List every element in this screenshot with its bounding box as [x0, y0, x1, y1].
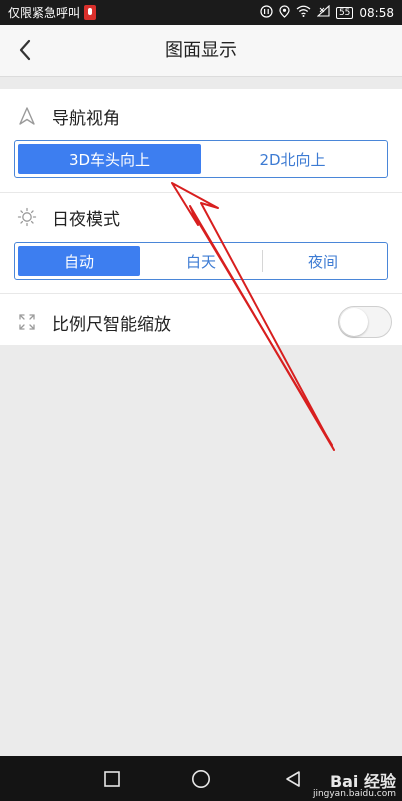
option-3d-heading-up[interactable]: 3D车头向上	[18, 144, 201, 174]
option-auto[interactable]: 自动	[18, 246, 140, 276]
watermark-main: Bai 经验	[329, 772, 396, 791]
no-signal-icon	[316, 4, 330, 20]
toggle-knob	[340, 308, 368, 336]
status-right: 55 08:58	[260, 4, 394, 21]
day-night-selector: 自动 白天 夜间	[14, 242, 388, 280]
back-nav-button[interactable]	[280, 766, 306, 792]
carrier-text: 仅限紧急呼叫	[8, 6, 81, 20]
day-night-title: 日夜模式	[52, 209, 120, 230]
square-icon	[104, 771, 120, 787]
settings-panel: 导航视角 3D车头向上 2D北向上 日夜模式 自动 白天 夜间 比例尺智能缩放	[0, 89, 402, 345]
wifi-icon	[296, 5, 311, 20]
system-nav-bar: Bai 经验 jingyan.baidu.com	[0, 756, 402, 801]
circle-icon	[192, 770, 210, 788]
day-night-header: 日夜模式	[0, 202, 402, 232]
option-night[interactable]: 夜间	[262, 246, 384, 276]
home-button[interactable]	[188, 766, 214, 792]
app-bar: 图面显示	[0, 25, 402, 77]
nav-view-header: 导航视角	[0, 101, 402, 131]
clock: 08:58	[359, 5, 394, 20]
status-left: 仅限紧急呼叫	[8, 4, 97, 21]
divider	[0, 192, 402, 193]
chevron-left-icon	[19, 39, 31, 61]
sun-icon	[17, 207, 37, 227]
expand-icon	[17, 312, 37, 332]
baidu-watermark: Bai 经验 jingyan.baidu.com	[313, 774, 396, 799]
hd-call-icon	[260, 4, 273, 21]
recent-apps-button[interactable]	[99, 766, 125, 792]
page-title: 图面显示	[165, 40, 237, 61]
nav-view-selector: 3D车头向上 2D北向上	[14, 140, 388, 178]
scale-zoom-toggle[interactable]	[338, 306, 392, 338]
battery-icon: 55	[335, 6, 354, 19]
option-day[interactable]: 白天	[140, 246, 262, 276]
status-bar: 仅限紧急呼叫 55 08:58	[0, 0, 402, 25]
navigation-arrow-icon	[17, 106, 37, 126]
location-icon	[279, 4, 290, 21]
nav-view-title: 导航视角	[52, 108, 120, 129]
triangle-back-icon	[286, 771, 300, 787]
back-button[interactable]	[10, 35, 40, 65]
option-2d-north-up[interactable]: 2D北向上	[201, 144, 384, 174]
watermark-sub: jingyan.baidu.com	[312, 789, 396, 799]
scale-zoom-title: 比例尺智能缩放	[52, 314, 171, 335]
divider	[0, 293, 402, 294]
microphone-icon	[84, 5, 97, 20]
